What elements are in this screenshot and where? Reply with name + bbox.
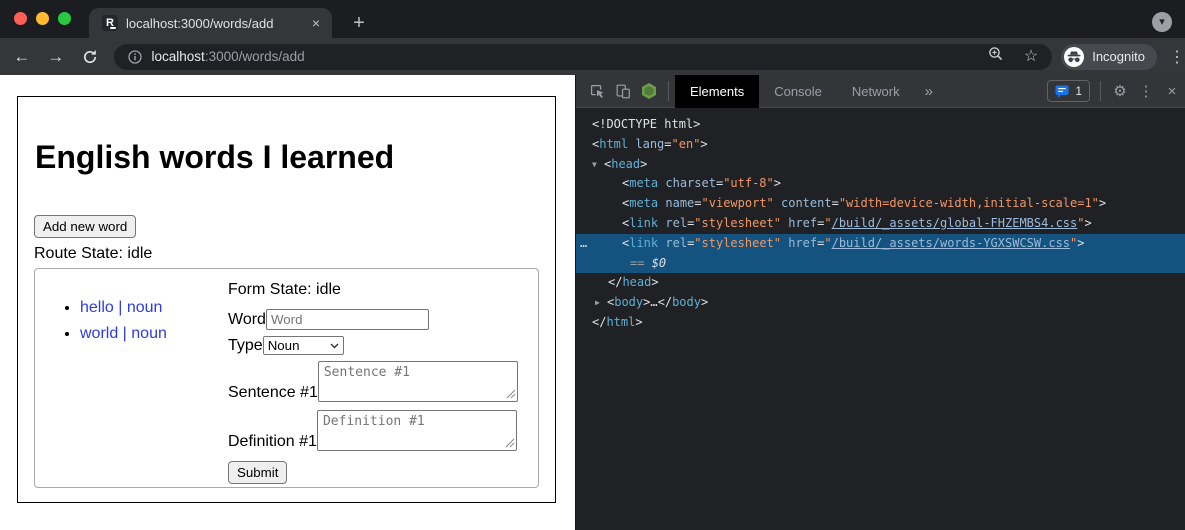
issues-bubble-icon [1055, 85, 1069, 98]
zoom-icon[interactable] [988, 46, 1004, 67]
tab-network[interactable]: Network [837, 75, 915, 108]
list-item: world | noun [80, 321, 228, 347]
word-list: hello | noun world | noun [35, 295, 228, 487]
add-word-form: Form State: idle Word Type Noun [228, 269, 538, 487]
device-toolbar-icon[interactable] [610, 78, 636, 104]
url-host: localhost [152, 49, 205, 64]
dom-tree-line[interactable]: …<link rel="stylesheet" href="/build/_as… [576, 234, 1185, 254]
minimize-window-button[interactable] [36, 12, 49, 25]
list-item: hello | noun [80, 295, 228, 321]
page-title: English words I learned [35, 139, 539, 176]
chevron-down-icon: ▾ [1159, 17, 1165, 28]
dom-tree-line[interactable]: <!DOCTYPE html> [576, 115, 1185, 135]
dom-tree: <!DOCTYPE html><html lang="en">▼<head><m… [576, 108, 1185, 530]
dom-tree-line[interactable]: ▶<body>…</body> [576, 293, 1185, 313]
incognito-icon [1064, 47, 1084, 67]
expand-arrow-closed-icon[interactable]: ▶ [595, 293, 607, 313]
settings-gear-icon[interactable]: ⚙ [1107, 78, 1133, 104]
maximize-window-button[interactable] [58, 12, 71, 25]
window-content: English words I learned Add new word Rou… [0, 75, 1185, 530]
word-input[interactable] [266, 309, 429, 330]
dom-tree-line[interactable]: ▼<head> [576, 155, 1185, 175]
definition-textarea[interactable] [317, 410, 517, 451]
devtools-close-icon[interactable]: × [1159, 78, 1185, 104]
toolbar-divider [668, 81, 669, 101]
route-state-text: Route State: idle [34, 245, 539, 263]
page-info-icon[interactable] [128, 50, 142, 64]
issues-badge[interactable]: 1 [1047, 80, 1090, 102]
url-path: :3000/words/add [205, 49, 305, 64]
dom-tree-line[interactable]: </head> [576, 273, 1185, 293]
type-select[interactable]: Noun [263, 336, 344, 355]
app-container: English words I learned Add new word Rou… [17, 96, 556, 503]
browser-window: R localhost:3000/words/add × + ▾ ← → [0, 0, 1185, 530]
sentence-textarea[interactable] [318, 361, 518, 402]
devtools-toolbar: Elements Console Network » 1 ⚙ ⋮ [576, 75, 1185, 108]
tab-strip: R localhost:3000/words/add × + ▾ [0, 0, 1185, 38]
type-label: Type [228, 337, 263, 355]
incognito-label: Incognito [1092, 49, 1145, 64]
back-button[interactable]: ← [9, 47, 35, 67]
tab-close-icon[interactable]: × [310, 14, 322, 32]
sentence-label: Sentence #1 [228, 384, 318, 402]
more-tabs-icon[interactable]: » [915, 83, 943, 100]
line-gutter-dots[interactable]: … [580, 234, 588, 254]
word-label: Word [228, 311, 266, 329]
word-link-world[interactable]: world | noun [80, 325, 167, 342]
browser-toolbar: ← → localhost:3000/words/add [0, 38, 1185, 75]
dom-tree-line[interactable]: == $0 [576, 254, 1185, 274]
forward-button[interactable]: → [43, 47, 69, 67]
words-panel: hello | noun world | noun Form State: id… [34, 268, 539, 488]
browser-menu-icon[interactable]: ⋮ [1169, 47, 1185, 67]
url-text: localhost:3000/words/add [152, 49, 988, 64]
web-page: English words I learned Add new word Rou… [0, 75, 575, 530]
dom-tree-line[interactable]: <meta name="viewport" content="width=dev… [576, 194, 1185, 214]
add-new-word-button[interactable]: Add new word [34, 215, 136, 238]
reload-icon [82, 49, 98, 65]
form-state-text: Form State: idle [228, 281, 538, 299]
devtools-panel: Elements Console Network » 1 ⚙ ⋮ [575, 75, 1185, 530]
definition-label: Definition #1 [228, 433, 317, 451]
devtools-menu-icon[interactable]: ⋮ [1133, 78, 1159, 104]
dom-tree-line[interactable]: </html> [576, 313, 1185, 333]
node-hexagon-icon[interactable] [636, 78, 662, 104]
incognito-badge: Incognito [1061, 44, 1157, 70]
dom-tree-line[interactable]: <html lang="en"> [576, 135, 1185, 155]
word-link-hello[interactable]: hello | noun [80, 299, 162, 316]
issues-count: 1 [1075, 84, 1082, 98]
inspect-element-icon[interactable] [584, 78, 610, 104]
toolbar-divider [1100, 81, 1101, 101]
expand-arrow-open-icon[interactable]: ▼ [592, 155, 604, 175]
new-tab-button[interactable]: + [346, 10, 372, 36]
bookmark-star-icon[interactable]: ☆ [1024, 49, 1038, 65]
tab-title: localhost:3000/words/add [126, 16, 310, 31]
window-chevron-button[interactable]: ▾ [1152, 12, 1172, 32]
dom-tree-line[interactable]: <meta charset="utf-8"> [576, 174, 1185, 194]
close-window-button[interactable] [14, 12, 27, 25]
dom-tree-line[interactable]: <link rel="stylesheet" href="/build/_ass… [576, 214, 1185, 234]
submit-button[interactable]: Submit [228, 461, 287, 484]
remix-favicon-icon: R [102, 15, 118, 31]
tab-console[interactable]: Console [759, 75, 837, 108]
address-bar[interactable]: localhost:3000/words/add ☆ [114, 44, 1053, 70]
browser-tab[interactable]: R localhost:3000/words/add × [89, 8, 332, 38]
tab-elements[interactable]: Elements [675, 75, 759, 108]
reload-button[interactable] [77, 49, 103, 65]
